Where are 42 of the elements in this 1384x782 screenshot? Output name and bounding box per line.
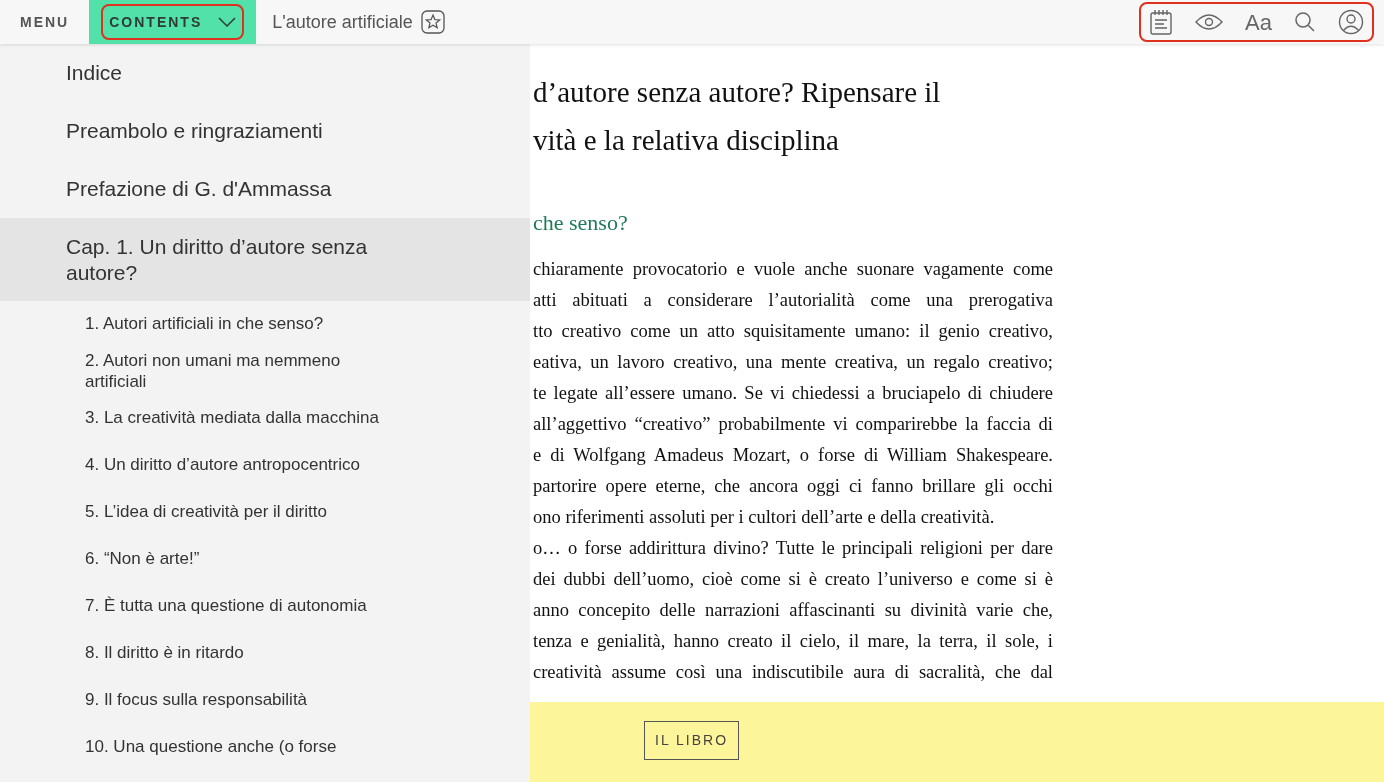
toc-subitem[interactable]: 2. Autori non umani ma nemmeno artificiali xyxy=(0,348,530,395)
search-button[interactable] xyxy=(1294,11,1316,33)
body-text-line: dei dubbi dell’uomo, cioè come si è creato l’universo e come si è xyxy=(533,568,1053,591)
toc-item[interactable]: Prefazione di G. d'Ammassa xyxy=(0,160,530,218)
body-text-line: eativa, un lavoro creativo, una mente creativa, un regalo creativo; xyxy=(533,351,1053,374)
account-button[interactable] xyxy=(1338,9,1364,35)
body-text-line: ono riferimenti assoluti per i cultori dell’arte e della creatività. xyxy=(533,506,996,529)
body-text-line: e di Wolfgang Amadeus Mozart, o forse di William Shakespeare. xyxy=(533,444,1053,467)
body-text-line: tenza e genialità, hanno creato il cielo, il mare, la terra, il sole, i xyxy=(533,630,1053,653)
section-heading: che senso? xyxy=(533,212,629,234)
chapter-title-line: d’autore senza autore? Ripensare il xyxy=(533,75,942,110)
body-text-line: all’aggettivo “creativo” probabilmente vi comparirebbe la faccia di xyxy=(533,413,1053,436)
chevron-icon xyxy=(218,17,237,27)
toc-subitem[interactable]: 3. La creatività mediata dalla macchina xyxy=(0,395,530,442)
book-title: L'autore artificiale xyxy=(272,10,413,34)
toc-subitem[interactable]: 8. Il diritto è in ritardo xyxy=(0,630,530,677)
chapter-title-line: vità e la relativa disciplina xyxy=(533,123,840,158)
eye-button[interactable] xyxy=(1195,13,1224,31)
contents-button[interactable]: CONTENTS xyxy=(101,4,245,40)
toc-subitem[interactable]: 9. Il focus sulla responsabilità xyxy=(0,677,530,724)
font-size-button[interactable]: Aa xyxy=(1245,5,1272,39)
toc-subitem[interactable]: 5. L’idea di creatività per il diritto xyxy=(0,489,530,536)
book-button[interactable]: IL LIBRO xyxy=(644,721,740,760)
menu-button[interactable]: MENU xyxy=(0,0,90,44)
body-text-line: atti abituati a considerare l’autorialità come una prerogativa xyxy=(533,289,1053,312)
body-text-line: partorire opere eterne, che ancora oggi ci fanno brillare gli occhi xyxy=(533,475,1053,498)
toc-item[interactable]: Cap. 1. Un diritto d’autore senza autore? xyxy=(0,218,530,301)
body-text-line: te legate all’essere umano. Se vi chiedessi a bruciapelo di chiudere xyxy=(533,382,1053,405)
toc-item[interactable]: Preambolo e ringraziamenti xyxy=(0,102,530,160)
toc-subitem[interactable]: 1. Autori artificiali in che senso? xyxy=(0,301,530,348)
star-bookmark-button[interactable] xyxy=(420,10,445,34)
body-text-line: tto creativo come un atto squisitamente umano: il genio creativo, xyxy=(533,320,1053,343)
notes-button[interactable] xyxy=(1149,9,1174,35)
body-text-line: creatività assume così una indiscutibile aura di sacralità, che dal xyxy=(533,661,1053,684)
body-text-line: o… o forse addirittura divino? Tutte le principali religioni per dare xyxy=(533,537,1053,560)
body-text-line: chiaramente provocatorio e vuole anche suonare vagamente come xyxy=(533,258,1053,281)
toc-subitem[interactable]: 6. “Non è arte!” xyxy=(0,536,530,583)
toc-subitem[interactable]: 4. Un diritto d’autore antropocentrico xyxy=(0,442,530,489)
toc-subitem[interactable]: 10. Una questione anche (o forse xyxy=(0,724,530,771)
toc-subitem[interactable]: 7. È tutta una questione di autonomia xyxy=(0,583,530,630)
toc-item[interactable]: Indice xyxy=(0,44,530,102)
body-text-line: anno concepito delle narrazioni affascinanti su divinità varie che, xyxy=(533,599,1053,622)
